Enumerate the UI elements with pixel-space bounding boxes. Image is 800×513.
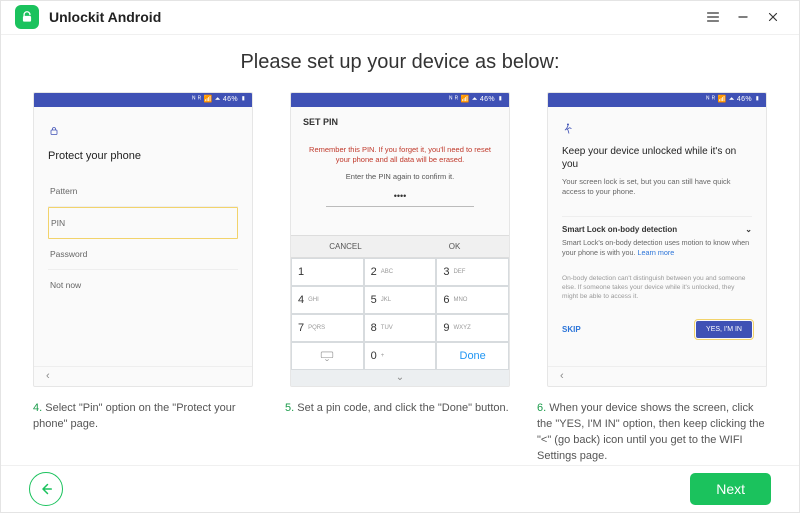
pin-actions: CANCEL OK <box>291 235 509 257</box>
ok-label: OK <box>400 235 509 257</box>
key-5: 5JKL <box>364 286 437 314</box>
app-window: Unlockit Android Please set up your devi… <box>0 0 800 513</box>
phone-screenshot-1: ᴺ ᴿ 📶 ⏶ 46% ▮ Protect your phone Pattern… <box>33 92 253 387</box>
minimize-button[interactable] <box>731 5 755 29</box>
next-button[interactable]: Next <box>690 473 771 505</box>
status-bar: ᴺ ᴿ 📶 ⏶ 46% ▮ <box>291 93 509 107</box>
caption-4: 4. Select "Pin" option on the "Protect y… <box>33 401 263 465</box>
key-3: 3DEF <box>436 258 509 286</box>
screenshots-row: ᴺ ᴿ 📶 ⏶ 46% ▮ Protect your phone Pattern… <box>33 92 767 387</box>
key-hide <box>291 342 364 370</box>
smartlock-section-body: Smart Lock's on-body detection uses moti… <box>562 238 752 258</box>
footer: Next <box>1 465 799 512</box>
app-logo <box>15 5 39 29</box>
key-4: 4GHI <box>291 286 364 314</box>
key-0: 0+ <box>364 342 437 370</box>
set-pin-title: SET PIN <box>291 107 509 137</box>
phone-screenshot-3: ᴺ ᴿ 📶 ⏶ 46% ▮ Keep your device unlocked … <box>547 92 767 387</box>
titlebar: Unlockit Android <box>1 1 799 35</box>
key-6: 6MNO <box>436 286 509 314</box>
key-8: 8TUV <box>364 314 437 342</box>
status-bar: ᴺ ᴿ 📶 ⏶ 46% ▮ <box>548 93 766 107</box>
learn-more-link: Learn more <box>638 248 675 257</box>
keypad: 1 2ABC 3DEF 4GHI 5JKL 6MNO 7PQRS 8TUV 9W… <box>291 257 509 370</box>
opt-password: Password <box>48 239 238 270</box>
status-bar: ᴺ ᴿ 📶 ⏶ 46% ▮ <box>34 93 252 107</box>
caption-6: 6. When your device shows the screen, cl… <box>537 401 767 465</box>
main-content: Please set up your device as below: ᴺ ᴿ … <box>1 35 799 465</box>
close-button[interactable] <box>761 5 785 29</box>
pin-subtitle: Enter the PIN again to confirm it. <box>307 172 493 181</box>
phone-back-bar: ‹ <box>548 366 766 386</box>
app-title: Unlockit Android <box>49 9 695 25</box>
phone-back-bar: ‹ <box>34 366 252 386</box>
pin-warning: Remember this PIN. If you forget it, you… <box>307 145 493 166</box>
chevron-down-icon: ⌄ <box>745 225 752 234</box>
pin-input: •••• <box>326 191 475 207</box>
yes-im-in-button: YES, I'M IN <box>696 321 752 338</box>
walk-icon <box>562 123 752 139</box>
smartlock-section-title: Smart Lock on-body detection⌄ <box>562 216 752 234</box>
opt-pattern: Pattern <box>48 176 238 207</box>
caption-5: 5. Set a pin code, and click the "Done" … <box>285 401 515 465</box>
phone-nav-down: ⌄ <box>291 370 509 386</box>
arrow-left-icon <box>37 480 55 498</box>
opt-pin: PIN <box>48 207 238 239</box>
page-heading: Please set up your device as below: <box>33 51 767 74</box>
smartlock-note: On-body detection can't distinguish betw… <box>562 274 752 302</box>
back-button[interactable] <box>29 472 63 506</box>
menu-button[interactable] <box>701 5 725 29</box>
cancel-label: CANCEL <box>291 235 400 257</box>
phone-screenshot-2: ᴺ ᴿ 📶 ⏶ 46% ▮ SET PIN Remember this PIN.… <box>290 92 510 387</box>
key-9: 9WXYZ <box>436 314 509 342</box>
smartlock-title: Keep your device unlocked while it's on … <box>562 145 752 171</box>
key-2: 2ABC <box>364 258 437 286</box>
smartlock-desc: Your screen lock is set, but you can sti… <box>562 177 752 198</box>
opt-notnow: Not now <box>48 270 238 300</box>
lock-icon <box>48 125 238 140</box>
key-1: 1 <box>291 258 364 286</box>
key-7: 7PQRS <box>291 314 364 342</box>
protect-title: Protect your phone <box>48 150 238 162</box>
key-done: Done <box>436 342 509 370</box>
skip-label: SKIP <box>562 325 581 334</box>
captions-row: 4. Select "Pin" option on the "Protect y… <box>33 401 767 465</box>
